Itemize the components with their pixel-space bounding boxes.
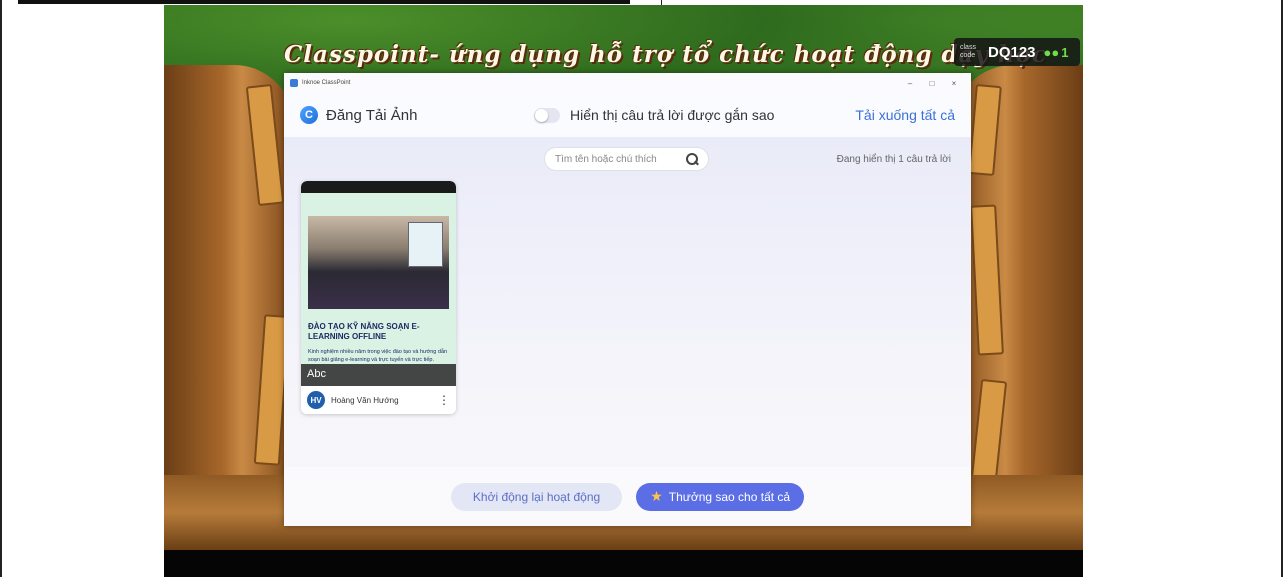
image-description: Kinh nghiệm nhiều năm trong việc đào tạo… (308, 349, 448, 363)
star-all-label: Thưởng sao cho tất cả (668, 489, 791, 504)
app-icon (290, 79, 298, 87)
slide-bottom-bar (164, 550, 1083, 577)
class-code-badge[interactable]: class code DQ123 ●● 1 (954, 38, 1080, 66)
search-input[interactable]: Tìm tên hoặc chú thích (544, 147, 709, 171)
search-icon[interactable] (686, 153, 698, 165)
image-header (301, 181, 456, 193)
slide-title: Classpoint- ứng dụng hỗ trợ tổ chức hoạt… (284, 41, 1047, 68)
class-code-label: class code (960, 44, 976, 59)
download-all-link[interactable]: Tải xuống tất cả (855, 107, 955, 123)
answer-card[interactable]: ĐÀO TẠO KỸ NĂNG SOẠN E-LEARNING OFFLINE … (301, 181, 456, 414)
slide: Classpoint- ứng dụng hỗ trợ tổ chức hoạt… (164, 5, 1083, 577)
star-all-button[interactable]: ★ Thưởng sao cho tất cả (636, 482, 805, 511)
participants-number: 1 (1061, 44, 1069, 60)
classpoint-window: Inknoe ClassPoint – □ × C Đăng Tải Ảnh H… (284, 73, 971, 526)
frame-left-border (0, 0, 2, 577)
starred-answers-label: Hiển thị câu trả lời được gắn sao (570, 107, 775, 123)
classroom-photo (308, 216, 449, 309)
minimize-button[interactable]: – (899, 79, 921, 88)
app-footer: Khởi động lại hoạt động ★ Thưởng sao cho… (284, 467, 971, 526)
class-code-value: DQ123 (988, 43, 1036, 61)
star-icon: ★ (650, 488, 663, 504)
window-titlebar: Inknoe ClassPoint – □ × (284, 73, 971, 93)
maximize-button[interactable]: □ (921, 79, 943, 88)
participants-count: ●● 1 (1044, 45, 1069, 60)
app-header: C Đăng Tải Ảnh Hiển thị câu trả lời được… (284, 93, 971, 137)
answer-caption: Abc (301, 364, 456, 386)
top-bar (18, 0, 630, 4)
search-placeholder: Tìm tên hoặc chú thích (555, 153, 657, 165)
answer-image[interactable]: ĐÀO TẠO KỸ NĂNG SOẠN E-LEARNING OFFLINE … (301, 181, 456, 386)
window-title: Inknoe ClassPoint (302, 80, 351, 86)
restart-activity-button[interactable]: Khởi động lại hoạt động (450, 482, 623, 511)
more-vertical-icon[interactable]: ⋮ (438, 393, 450, 407)
answers-area: Tìm tên hoặc chú thích Đang hiển thị 1 c… (284, 137, 971, 467)
page-title: Đăng Tải Ảnh (326, 106, 418, 124)
close-button[interactable]: × (943, 79, 965, 88)
showing-count: Đang hiển thị 1 câu trả lời (836, 154, 951, 165)
card-footer: HV Hoàng Văn Hướng ⋮ (301, 386, 456, 414)
projector-screen (408, 222, 443, 267)
toggle-knob (535, 108, 548, 122)
student-name: Hoàng Văn Hướng (331, 395, 399, 405)
avatar: HV (307, 391, 325, 409)
users-icon: ●● (1043, 44, 1060, 60)
starred-answers-toggle[interactable] (534, 107, 560, 123)
classpoint-logo-icon: C (300, 106, 318, 124)
image-heading: ĐÀO TẠO KỸ NĂNG SOẠN E-LEARNING OFFLINE (308, 322, 420, 341)
